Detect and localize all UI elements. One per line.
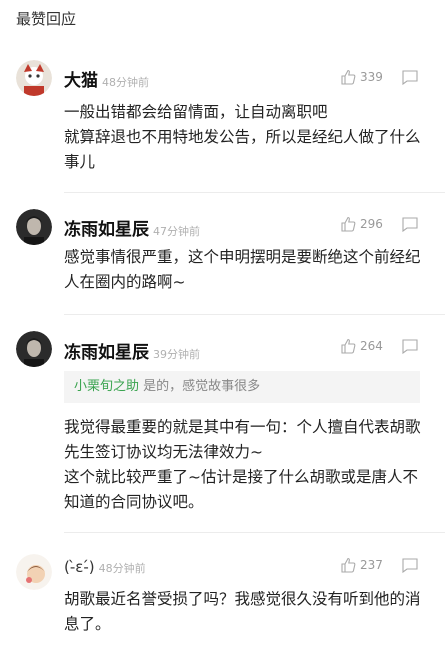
like-count: 237 [360, 558, 383, 572]
avatar[interactable] [16, 331, 52, 367]
comment-text: 感觉事情很严重，这个申明摆明是要断绝这个前经纪人在圈内的路啊~ [64, 248, 421, 291]
divider [64, 314, 445, 315]
divider [64, 532, 445, 533]
author-name[interactable]: (-̀ε-́) 48分钟前 [64, 558, 146, 576]
thumbs-up-icon [341, 338, 356, 354]
quoted-author[interactable]: 小栗旬之助 [74, 379, 139, 394]
reply-bubble-icon[interactable] [401, 217, 419, 232]
comment-text: 胡歌最近名誉受损了吗？我感觉很久没有听到他的消息了。 [64, 590, 421, 633]
avatar[interactable] [16, 554, 52, 590]
like-button[interactable]: 296 [340, 216, 383, 232]
comment-time: 47分钟前 [153, 225, 200, 238]
avatar[interactable] [16, 60, 52, 96]
reply-bubble-icon[interactable] [401, 70, 419, 85]
like-count: 296 [360, 217, 383, 231]
author-name[interactable]: 冻雨如星辰 39分钟前 [64, 338, 200, 363]
like-count: 264 [360, 339, 383, 353]
thumbs-up-icon [341, 216, 356, 232]
reply-bubble-icon[interactable] [401, 339, 419, 354]
like-button[interactable]: 237 [340, 557, 383, 573]
like-button[interactable]: 339 [340, 69, 383, 85]
author-name[interactable]: 大猫 48分钟前 [64, 66, 149, 91]
like-button[interactable]: 264 [340, 338, 383, 354]
section-title: 最赞回应 [16, 10, 77, 28]
comment-text: 一般出错都会给留情面，让自动离职吧 就算辞退也不用特地发公告，所以是经纪人做了什… [64, 103, 421, 171]
divider [64, 192, 445, 193]
thumbs-up-icon [341, 69, 356, 85]
comment-time: 39分钟前 [153, 348, 200, 361]
reply-bubble-icon[interactable] [401, 558, 419, 573]
thumbs-up-icon [341, 557, 356, 573]
comment-text: 我觉得最重要的就是其中有一句：个人擅自代表胡歌先生签订协议均无法律效力~ 这个就… [64, 418, 421, 511]
quoted-reply: 小栗旬之助 是的，感觉故事很多 [64, 371, 420, 403]
author-name[interactable]: 冻雨如星辰 47分钟前 [64, 215, 200, 240]
comment-time: 48分钟前 [98, 562, 146, 575]
quoted-text: 是的，感觉故事很多 [143, 379, 261, 394]
avatar[interactable] [16, 209, 52, 245]
comment-time: 48分钟前 [102, 76, 149, 89]
like-count: 339 [360, 70, 383, 84]
